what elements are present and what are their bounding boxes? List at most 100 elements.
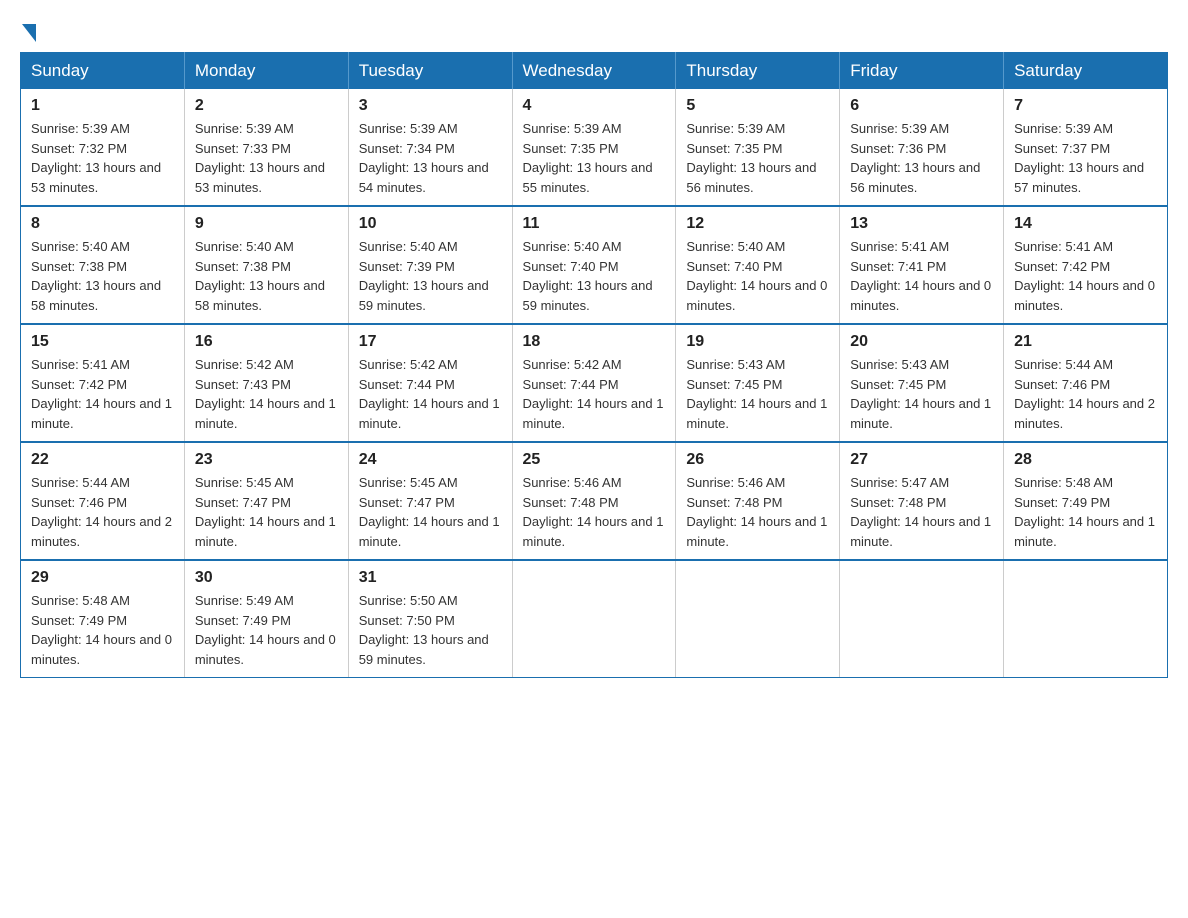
calendar-header-sunday: Sunday [21,53,185,90]
day-number: 2 [195,97,338,115]
calendar-day-cell: 12 Sunrise: 5:40 AMSunset: 7:40 PMDaylig… [676,206,840,324]
calendar-day-cell [840,560,1004,678]
calendar-header-thursday: Thursday [676,53,840,90]
day-info: Sunrise: 5:44 AMSunset: 7:46 PMDaylight:… [1014,357,1155,431]
calendar-day-cell: 30 Sunrise: 5:49 AMSunset: 7:49 PMDaylig… [184,560,348,678]
day-number: 11 [523,215,666,233]
day-number: 4 [523,97,666,115]
calendar-day-cell: 19 Sunrise: 5:43 AMSunset: 7:45 PMDaylig… [676,324,840,442]
day-number: 30 [195,569,338,587]
day-number: 26 [686,451,829,469]
day-info: Sunrise: 5:41 AMSunset: 7:41 PMDaylight:… [850,239,991,313]
day-info: Sunrise: 5:39 AMSunset: 7:33 PMDaylight:… [195,121,325,195]
calendar-table: SundayMondayTuesdayWednesdayThursdayFrid… [20,52,1168,678]
calendar-day-cell: 28 Sunrise: 5:48 AMSunset: 7:49 PMDaylig… [1004,442,1168,560]
day-info: Sunrise: 5:39 AMSunset: 7:32 PMDaylight:… [31,121,161,195]
day-info: Sunrise: 5:46 AMSunset: 7:48 PMDaylight:… [686,475,827,549]
day-info: Sunrise: 5:48 AMSunset: 7:49 PMDaylight:… [31,593,172,667]
day-info: Sunrise: 5:42 AMSunset: 7:43 PMDaylight:… [195,357,336,431]
day-info: Sunrise: 5:39 AMSunset: 7:35 PMDaylight:… [686,121,816,195]
calendar-header-monday: Monday [184,53,348,90]
day-info: Sunrise: 5:40 AMSunset: 7:39 PMDaylight:… [359,239,489,313]
day-info: Sunrise: 5:41 AMSunset: 7:42 PMDaylight:… [1014,239,1155,313]
calendar-day-cell: 4 Sunrise: 5:39 AMSunset: 7:35 PMDayligh… [512,89,676,206]
day-number: 27 [850,451,993,469]
day-info: Sunrise: 5:40 AMSunset: 7:40 PMDaylight:… [686,239,827,313]
day-number: 12 [686,215,829,233]
day-info: Sunrise: 5:46 AMSunset: 7:48 PMDaylight:… [523,475,664,549]
calendar-day-cell: 5 Sunrise: 5:39 AMSunset: 7:35 PMDayligh… [676,89,840,206]
calendar-day-cell: 31 Sunrise: 5:50 AMSunset: 7:50 PMDaylig… [348,560,512,678]
calendar-day-cell: 27 Sunrise: 5:47 AMSunset: 7:48 PMDaylig… [840,442,1004,560]
calendar-day-cell: 13 Sunrise: 5:41 AMSunset: 7:41 PMDaylig… [840,206,1004,324]
day-info: Sunrise: 5:39 AMSunset: 7:36 PMDaylight:… [850,121,980,195]
calendar-day-cell: 25 Sunrise: 5:46 AMSunset: 7:48 PMDaylig… [512,442,676,560]
day-number: 18 [523,333,666,351]
calendar-week-row: 22 Sunrise: 5:44 AMSunset: 7:46 PMDaylig… [21,442,1168,560]
calendar-day-cell: 15 Sunrise: 5:41 AMSunset: 7:42 PMDaylig… [21,324,185,442]
day-info: Sunrise: 5:47 AMSunset: 7:48 PMDaylight:… [850,475,991,549]
day-number: 19 [686,333,829,351]
day-info: Sunrise: 5:39 AMSunset: 7:35 PMDaylight:… [523,121,653,195]
calendar-day-cell: 24 Sunrise: 5:45 AMSunset: 7:47 PMDaylig… [348,442,512,560]
day-number: 3 [359,97,502,115]
calendar-day-cell: 9 Sunrise: 5:40 AMSunset: 7:38 PMDayligh… [184,206,348,324]
day-number: 15 [31,333,174,351]
calendar-header-tuesday: Tuesday [348,53,512,90]
calendar-day-cell: 6 Sunrise: 5:39 AMSunset: 7:36 PMDayligh… [840,89,1004,206]
calendar-day-cell: 7 Sunrise: 5:39 AMSunset: 7:37 PMDayligh… [1004,89,1168,206]
calendar-day-cell: 20 Sunrise: 5:43 AMSunset: 7:45 PMDaylig… [840,324,1004,442]
calendar-day-cell: 18 Sunrise: 5:42 AMSunset: 7:44 PMDaylig… [512,324,676,442]
calendar-week-row: 15 Sunrise: 5:41 AMSunset: 7:42 PMDaylig… [21,324,1168,442]
day-info: Sunrise: 5:45 AMSunset: 7:47 PMDaylight:… [195,475,336,549]
day-info: Sunrise: 5:50 AMSunset: 7:50 PMDaylight:… [359,593,489,667]
day-number: 8 [31,215,174,233]
calendar-day-cell: 21 Sunrise: 5:44 AMSunset: 7:46 PMDaylig… [1004,324,1168,442]
calendar-day-cell: 23 Sunrise: 5:45 AMSunset: 7:47 PMDaylig… [184,442,348,560]
calendar-week-row: 29 Sunrise: 5:48 AMSunset: 7:49 PMDaylig… [21,560,1168,678]
calendar-day-cell: 14 Sunrise: 5:41 AMSunset: 7:42 PMDaylig… [1004,206,1168,324]
day-info: Sunrise: 5:40 AMSunset: 7:38 PMDaylight:… [195,239,325,313]
day-number: 29 [31,569,174,587]
calendar-day-cell: 17 Sunrise: 5:42 AMSunset: 7:44 PMDaylig… [348,324,512,442]
day-number: 6 [850,97,993,115]
calendar-header-saturday: Saturday [1004,53,1168,90]
day-info: Sunrise: 5:44 AMSunset: 7:46 PMDaylight:… [31,475,172,549]
day-number: 21 [1014,333,1157,351]
day-number: 28 [1014,451,1157,469]
day-number: 13 [850,215,993,233]
calendar-day-cell [512,560,676,678]
logo-arrow-icon [22,24,36,42]
calendar-day-cell: 1 Sunrise: 5:39 AMSunset: 7:32 PMDayligh… [21,89,185,206]
calendar-header-friday: Friday [840,53,1004,90]
day-number: 7 [1014,97,1157,115]
day-info: Sunrise: 5:41 AMSunset: 7:42 PMDaylight:… [31,357,172,431]
day-number: 1 [31,97,174,115]
day-info: Sunrise: 5:49 AMSunset: 7:49 PMDaylight:… [195,593,336,667]
calendar-day-cell [1004,560,1168,678]
day-info: Sunrise: 5:40 AMSunset: 7:38 PMDaylight:… [31,239,161,313]
day-number: 5 [686,97,829,115]
day-number: 16 [195,333,338,351]
day-info: Sunrise: 5:39 AMSunset: 7:34 PMDaylight:… [359,121,489,195]
day-info: Sunrise: 5:39 AMSunset: 7:37 PMDaylight:… [1014,121,1144,195]
day-info: Sunrise: 5:48 AMSunset: 7:49 PMDaylight:… [1014,475,1155,549]
day-number: 20 [850,333,993,351]
calendar-day-cell: 11 Sunrise: 5:40 AMSunset: 7:40 PMDaylig… [512,206,676,324]
day-number: 25 [523,451,666,469]
calendar-body: 1 Sunrise: 5:39 AMSunset: 7:32 PMDayligh… [21,89,1168,678]
calendar-day-cell: 22 Sunrise: 5:44 AMSunset: 7:46 PMDaylig… [21,442,185,560]
calendar-day-cell: 10 Sunrise: 5:40 AMSunset: 7:39 PMDaylig… [348,206,512,324]
day-info: Sunrise: 5:42 AMSunset: 7:44 PMDaylight:… [523,357,664,431]
day-number: 23 [195,451,338,469]
day-info: Sunrise: 5:43 AMSunset: 7:45 PMDaylight:… [686,357,827,431]
day-number: 22 [31,451,174,469]
day-info: Sunrise: 5:43 AMSunset: 7:45 PMDaylight:… [850,357,991,431]
calendar-week-row: 1 Sunrise: 5:39 AMSunset: 7:32 PMDayligh… [21,89,1168,206]
calendar-day-cell: 16 Sunrise: 5:42 AMSunset: 7:43 PMDaylig… [184,324,348,442]
day-info: Sunrise: 5:40 AMSunset: 7:40 PMDaylight:… [523,239,653,313]
day-number: 31 [359,569,502,587]
day-number: 14 [1014,215,1157,233]
calendar-header-wednesday: Wednesday [512,53,676,90]
day-number: 10 [359,215,502,233]
